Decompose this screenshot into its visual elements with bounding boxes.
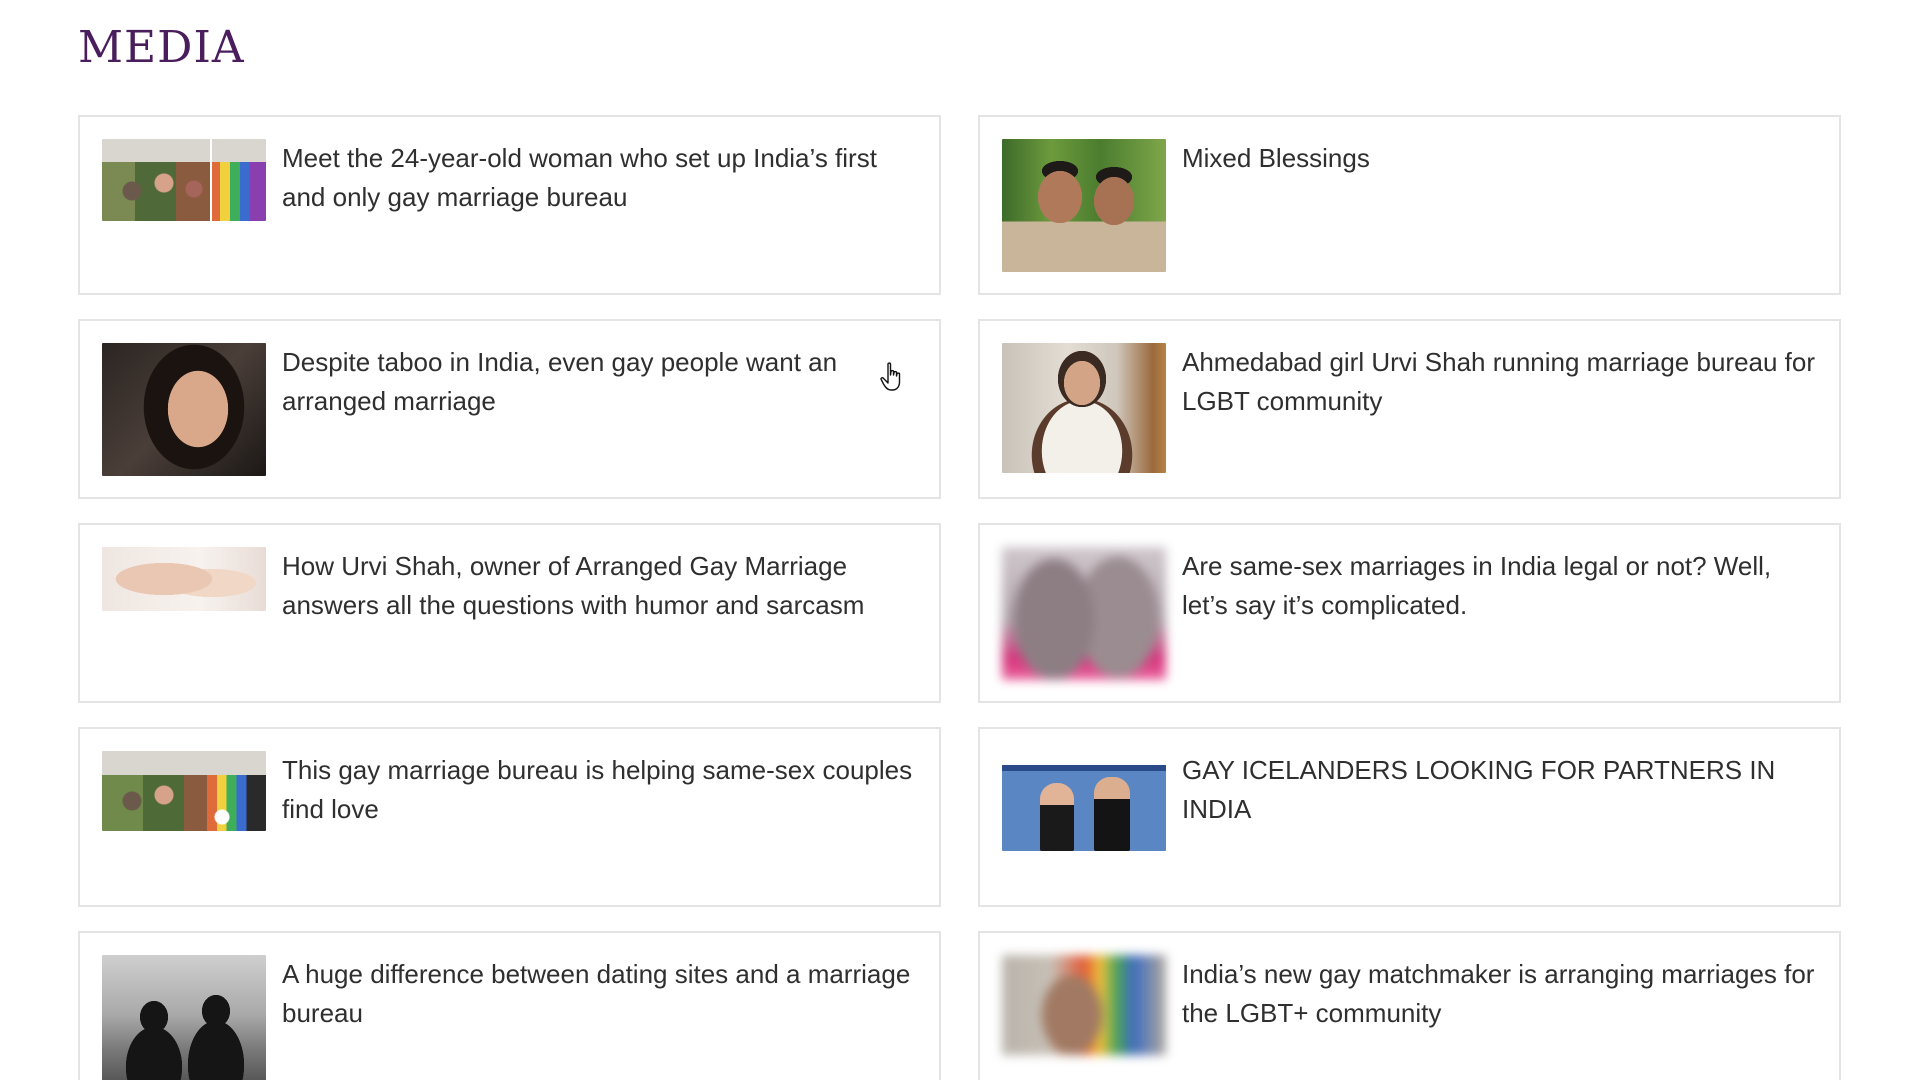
article-title-link[interactable]: How Urvi Shah, owner of Arranged Gay Mar…: [282, 547, 921, 625]
media-card[interactable]: Ahmedabad girl Urvi Shah running marriag…: [978, 319, 1841, 499]
article-title-link[interactable]: Are same-sex marriages in India legal or…: [1182, 547, 1821, 625]
media-card[interactable]: How Urvi Shah, owner of Arranged Gay Mar…: [78, 523, 941, 703]
article-thumbnail[interactable]: [102, 139, 266, 221]
article-title-link[interactable]: Ahmedabad girl Urvi Shah running marriag…: [1182, 343, 1821, 421]
article-thumbnail[interactable]: [102, 751, 266, 831]
article-title-link[interactable]: This gay marriage bureau is helping same…: [282, 751, 921, 829]
article-thumbnail[interactable]: [102, 343, 266, 476]
article-thumbnail[interactable]: [1002, 955, 1166, 1055]
media-grid: Meet the 24-year-old woman who set up In…: [78, 115, 1841, 1080]
article-title-link[interactable]: Meet the 24-year-old woman who set up In…: [282, 139, 921, 217]
article-title-link[interactable]: A huge difference between dating sites a…: [282, 955, 921, 1033]
media-card[interactable]: A huge difference between dating sites a…: [78, 931, 941, 1080]
media-card[interactable]: This gay marriage bureau is helping same…: [78, 727, 941, 907]
article-thumbnail[interactable]: [1002, 751, 1166, 851]
article-title-link[interactable]: India’s new gay matchmaker is arranging …: [1182, 955, 1821, 1033]
article-thumbnail[interactable]: [1002, 343, 1166, 473]
article-thumbnail[interactable]: [102, 547, 266, 611]
media-card[interactable]: Mixed Blessings: [978, 115, 1841, 295]
article-title-link[interactable]: Despite taboo in India, even gay people …: [282, 343, 921, 421]
article-title-link[interactable]: Mixed Blessings: [1182, 139, 1821, 178]
page-title: MEDIA: [78, 22, 245, 73]
media-card[interactable]: Despite taboo in India, even gay people …: [78, 319, 941, 499]
hand-pointer-cursor-icon: [880, 362, 901, 391]
article-thumbnail[interactable]: [1002, 139, 1166, 272]
media-card[interactable]: Meet the 24-year-old woman who set up In…: [78, 115, 941, 295]
article-thumbnail[interactable]: [1002, 547, 1166, 680]
media-card[interactable]: India’s new gay matchmaker is arranging …: [978, 931, 1841, 1080]
media-card[interactable]: GAY ICELANDERS LOOKING FOR PARTNERS IN I…: [978, 727, 1841, 907]
media-card[interactable]: Are same-sex marriages in India legal or…: [978, 523, 1841, 703]
article-title-link[interactable]: GAY ICELANDERS LOOKING FOR PARTNERS IN I…: [1182, 751, 1821, 829]
article-thumbnail[interactable]: [102, 955, 266, 1080]
